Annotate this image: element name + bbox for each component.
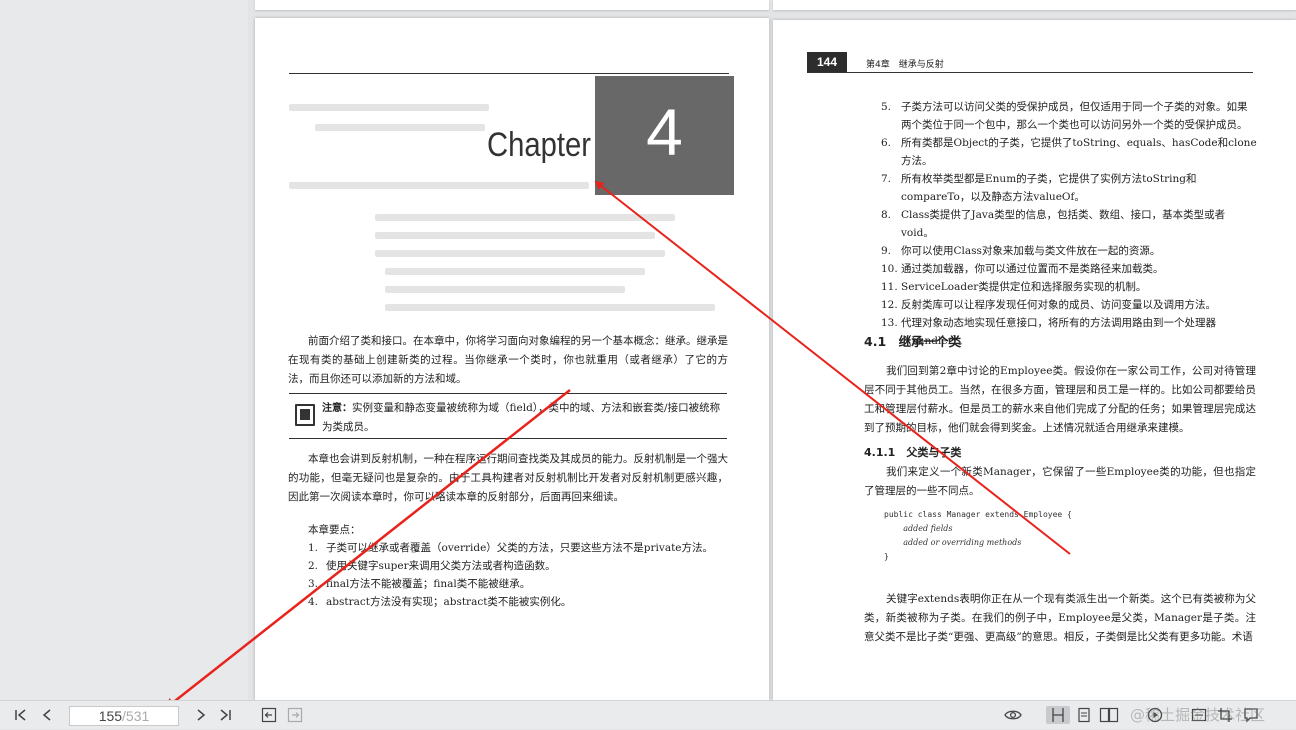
forward-icon[interactable] — [286, 706, 304, 724]
bleed-through-line — [375, 250, 665, 257]
chapter-number-box: 4 — [595, 76, 734, 195]
page-number-input[interactable]: 155/531 — [69, 706, 179, 726]
list-item: 4. abstract方法没有实现；abstract类不能被实例化。 — [308, 596, 572, 608]
right-page: 144 第4章 继承与反射 5. 子类方法可以访问父类的受保护成员，但仅适用于同一… — [773, 20, 1296, 700]
page-number: 144 — [807, 52, 847, 72]
reflection-paragraph: 本章也会讲到反射机制，一种在程序运行期间查找类及其成员的能力。反射机制是一个强大… — [288, 453, 728, 503]
total-pages: /531 — [122, 708, 150, 724]
section-paragraph: 我们回到第2章中讨论的Employee类。假设你在一家公司工作，公司对待管理层不… — [864, 365, 1256, 434]
list-item: 10. 通过类加载器，你可以通过位置而不是类路径来加载类。 — [881, 263, 1164, 275]
code-line: public class Manager extends Employee { — [884, 510, 1072, 519]
list-item: 8. Class类提供了Java类型的信息，包括类、数组、接口，基本类型或者voi… — [881, 209, 1226, 239]
bleed-through-line — [385, 304, 715, 311]
chapter-rule — [289, 73, 729, 74]
bleed-through-line — [289, 104, 489, 111]
prev-page-icon[interactable] — [38, 706, 56, 724]
next-page-icon[interactable] — [192, 706, 210, 724]
key-points-list: 1. 子类可以继承或者覆盖（override）父类的方法，只要这些方法不是priv… — [308, 539, 728, 611]
code-line: added fields — [903, 524, 953, 533]
closing-paragraph: 关键字extends表明你正在从一个现有类派生出一个新类。这个已有类被称为父类，… — [864, 593, 1256, 643]
list-item: 3. final方法不能被覆盖；final类不能被继承。 — [308, 578, 531, 590]
note-icon — [295, 404, 315, 426]
note-bottom-rule — [289, 438, 727, 439]
section-title: 4.1 继承一个类 — [864, 334, 962, 349]
list-item: 11. ServiceLoader类提供定位和选择服务实现的机制。 — [881, 281, 1147, 293]
two-page-icon[interactable] — [1098, 706, 1120, 724]
list-item: 2. 使用关键字super来调用父类方法或者构造函数。 — [308, 560, 556, 572]
list-item: 12. 反射类库可以让程序发现任何对象的成员、访问变量以及调用方法。 — [881, 299, 1216, 311]
previous-page-edge-right — [773, 0, 1296, 10]
continuous-page-icon[interactable] — [1075, 706, 1093, 724]
chapter-number: 4 — [646, 95, 683, 169]
header-rule — [807, 72, 1253, 73]
last-page-icon[interactable] — [216, 706, 234, 724]
code-line: added or overriding methods — [903, 538, 1022, 547]
code-block: public class Manager extends Employee { … — [884, 508, 1072, 564]
document-viewer[interactable]: Chapter 4 前面介绍了类和接口。在本章中，你将学习面向对象编程的另一个基… — [248, 0, 1296, 700]
subsection-paragraph: 我们来定义一个新类Manager，它保留了一些Employee类的功能，但也指定… — [864, 466, 1256, 497]
first-page-icon[interactable] — [12, 706, 30, 724]
left-page: Chapter 4 前面介绍了类和接口。在本章中，你将学习面向对象编程的另一个基… — [255, 18, 769, 700]
note-text: 实例变量和静态变量被统称为域（field），类中的域、方法和嵌套类/接口被统称为… — [322, 402, 721, 433]
list-item: 1. 子类可以继承或者覆盖（override）父类的方法，只要这些方法不是priv… — [308, 542, 714, 554]
bleed-through-line — [385, 268, 645, 275]
note-top-rule — [289, 393, 727, 394]
bottom-toolbar: 155/531 @稀土掘金技术社区 — [0, 700, 1296, 729]
back-icon[interactable] — [260, 706, 278, 724]
list-item: 9. 你可以使用Class对象来加载与类文件放在一起的资源。 — [881, 245, 1161, 257]
key-points-heading: 本章要点： — [308, 524, 361, 536]
running-head: 第4章 继承与反射 — [866, 60, 944, 70]
bleed-through-line — [385, 286, 625, 293]
list-item: 5. 子类方法可以访问父类的受保护成员，但仅适用于同一个子类的对象。如果两个类位于… — [881, 101, 1248, 131]
note-box: 注意：实例变量和静态变量被统称为域（field），类中的域、方法和嵌套类/接口被… — [322, 399, 727, 437]
bleed-through-line — [375, 214, 675, 221]
single-page-icon[interactable] — [1046, 706, 1070, 724]
list-item: 6. 所有类都是Object的子类，它提供了toString、equals、has… — [881, 137, 1257, 167]
eye-icon[interactable] — [1003, 706, 1022, 724]
code-line: } — [884, 552, 889, 561]
note-label: 注意： — [322, 403, 352, 414]
subsection-title: 4.1.1 父类与子类 — [864, 446, 962, 459]
previous-page-edge-left — [255, 0, 769, 10]
key-points-list-continued: 5. 子类方法可以访问父类的受保护成员，但仅适用于同一个子类的对象。如果两个类位于… — [881, 98, 1257, 350]
bleed-through-line — [315, 124, 485, 131]
watermark: @稀土掘金技术社区 — [1130, 706, 1266, 724]
list-item: 7. 所有枚举类型都是Enum的子类，它提供了实例方法toString和compa… — [881, 173, 1197, 203]
intro-paragraph: 前面介绍了类和接口。在本章中，你将学习面向对象编程的另一个基本概念：继承。继承是… — [288, 335, 728, 385]
bleed-through-line — [289, 182, 589, 189]
chapter-word: Chapter — [487, 126, 592, 164]
bleed-through-line — [375, 232, 655, 239]
current-page: 155 — [98, 708, 123, 724]
thumbnail-sidebar — [0, 0, 248, 700]
